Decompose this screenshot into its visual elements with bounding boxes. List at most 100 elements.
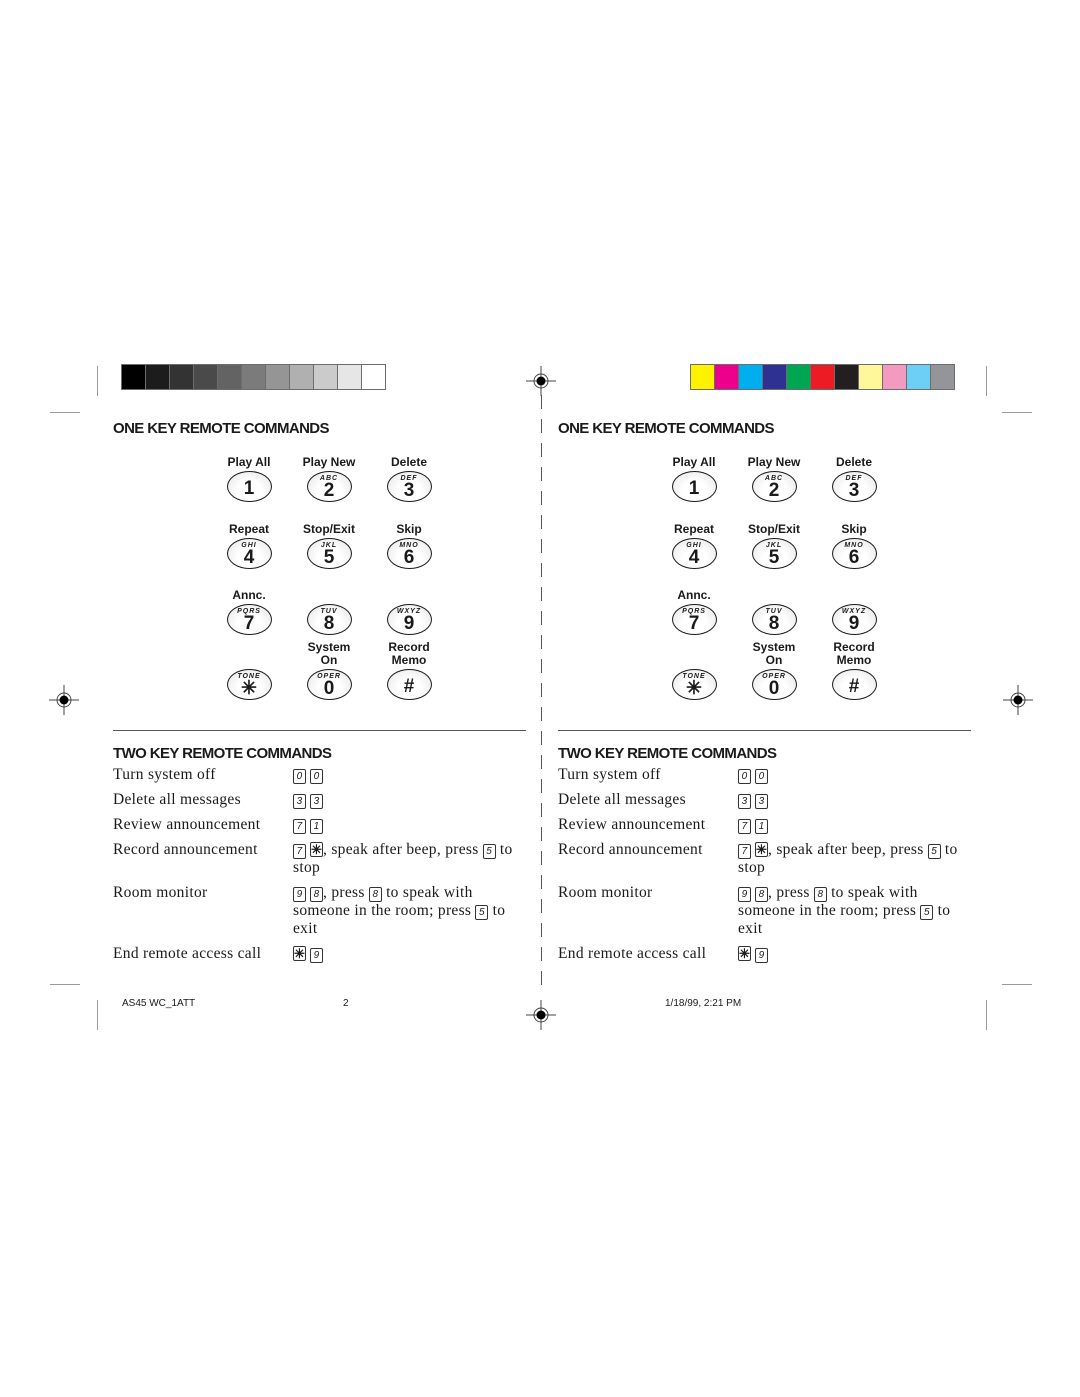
registration-target-icon bbox=[526, 1000, 556, 1030]
key-digit: 1 bbox=[243, 478, 255, 499]
key-box: 5 bbox=[475, 905, 489, 920]
key-function-label: Play All bbox=[227, 455, 271, 469]
phone-key-button: PQRS 7 bbox=[671, 604, 717, 635]
key-digit: # bbox=[848, 676, 860, 697]
crop-mark-bottom-left-horizontal bbox=[50, 984, 80, 985]
phone-key-button: TUV 8 bbox=[306, 604, 352, 635]
command-instruction-text: , press bbox=[323, 884, 369, 901]
key-box: 9 bbox=[755, 948, 768, 963]
key-digit: 8 bbox=[768, 613, 780, 634]
phone-key-button: ABC 2 bbox=[751, 471, 797, 502]
key-digit: 9 bbox=[848, 613, 860, 634]
registration-target-icon bbox=[1003, 685, 1033, 715]
command-row: Review announcement 7 1 bbox=[113, 816, 528, 834]
keypad-key-7: Annc. PQRS 7 bbox=[209, 589, 289, 635]
key-box: 3 bbox=[293, 794, 306, 809]
two-key-commands-title: TWO KEY REMOTE COMMANDS bbox=[558, 745, 777, 762]
star-key-icon: ✳ bbox=[293, 946, 306, 961]
key-function-label: Play All bbox=[672, 455, 716, 469]
key-box: 7 bbox=[293, 819, 306, 834]
keypad-key-pound: Record Memo # bbox=[814, 641, 894, 700]
phone-key-button: JKL 5 bbox=[306, 538, 352, 569]
keypad-key-9: WXYZ 9 bbox=[814, 589, 894, 635]
command-name: Review announcement bbox=[558, 816, 706, 833]
grayscale-swatch bbox=[146, 365, 169, 389]
section-divider bbox=[113, 730, 526, 731]
crop-mark-top-right-horizontal bbox=[1002, 412, 1032, 413]
key-digit: 9 bbox=[403, 613, 415, 634]
key-box: 8 bbox=[310, 887, 323, 902]
command-instruction-text: , speak after beep, press bbox=[323, 841, 483, 858]
command-row: Turn system off 0 0 bbox=[113, 766, 528, 784]
keypad-key-star: TONE ✳ bbox=[209, 654, 289, 700]
key-function-label: Play New bbox=[302, 455, 356, 469]
two-key-commands-section: TWO KEY REMOTE COMMANDS Turn system off 0 0… bbox=[558, 745, 973, 970]
key-box: 5 bbox=[927, 844, 941, 859]
command-name: Turn system off bbox=[558, 766, 661, 783]
key-digit: 6 bbox=[848, 547, 860, 568]
color-swatch bbox=[907, 365, 930, 389]
key-box: 9 bbox=[310, 948, 323, 963]
registration-target-icon bbox=[49, 685, 79, 715]
key-digit: # bbox=[403, 676, 415, 697]
crop-mark-bottom-right-vertical bbox=[986, 1000, 987, 1030]
key-function-label: Repeat bbox=[228, 522, 269, 536]
section-divider bbox=[558, 730, 971, 731]
phone-key-button: # bbox=[386, 669, 432, 700]
key-function-label: Delete bbox=[835, 455, 873, 469]
key-box: 1 bbox=[755, 819, 768, 834]
phone-key-button: PQRS 7 bbox=[226, 604, 272, 635]
one-key-commands-title: ONE KEY REMOTE COMMANDS bbox=[113, 420, 330, 437]
grayscale-swatch bbox=[218, 365, 241, 389]
star-key-icon: ✳ bbox=[755, 842, 768, 857]
two-key-commands-title: TWO KEY REMOTE COMMANDS bbox=[113, 745, 332, 762]
key-box: 0 bbox=[293, 769, 306, 784]
key-function-label: System On bbox=[752, 640, 796, 667]
key-box: 0 bbox=[738, 769, 751, 784]
command-row: End remote access call ✳ 9 bbox=[558, 945, 973, 963]
key-digit: 3 bbox=[403, 480, 415, 501]
key-box: 7 bbox=[293, 844, 306, 859]
keypad-key-8: TUV 8 bbox=[289, 589, 369, 635]
key-function-label: Annc. bbox=[677, 588, 711, 602]
keypad-key-1: Play All 1 bbox=[209, 456, 289, 502]
key-function-label bbox=[209, 654, 289, 667]
phone-key-button: DEF 3 bbox=[386, 471, 432, 502]
key-box: 9 bbox=[738, 887, 751, 902]
command-name: Room monitor bbox=[113, 884, 208, 901]
phone-key-button: OPER 0 bbox=[306, 669, 352, 700]
keypad-key-6: Skip MNO 6 bbox=[369, 523, 449, 569]
right-page-panel: ONE KEY REMOTE COMMANDS Play All 1 Play New… bbox=[558, 420, 973, 963]
key-digit: 4 bbox=[243, 547, 255, 568]
star-key-icon: ✳ bbox=[310, 842, 323, 857]
command-name: Turn system off bbox=[113, 766, 216, 783]
command-key-sequence: 98, press 8 to speak with someone in the… bbox=[293, 884, 528, 938]
grayscale-swatch bbox=[242, 365, 265, 389]
crop-mark-top-left-vertical bbox=[97, 366, 98, 396]
phone-key-button: GHI 4 bbox=[671, 538, 717, 569]
key-function-label: Play New bbox=[747, 455, 801, 469]
key-digit: 1 bbox=[688, 478, 700, 499]
keypad-key-star: TONE ✳ bbox=[654, 654, 734, 700]
command-instruction-text: , press bbox=[768, 884, 814, 901]
key-function-label: Record Memo bbox=[833, 640, 875, 667]
phone-key-button: MNO 6 bbox=[831, 538, 877, 569]
color-swatch bbox=[787, 365, 810, 389]
command-name: Delete all messages bbox=[113, 791, 241, 808]
key-digit: 4 bbox=[688, 547, 700, 568]
star-key-icon: ✳ bbox=[738, 946, 751, 961]
key-box: 8 bbox=[813, 887, 827, 902]
key-function-label: Skip bbox=[841, 522, 867, 536]
keypad-key-3: Delete DEF 3 bbox=[814, 456, 894, 502]
command-name: Record announcement bbox=[113, 841, 258, 858]
key-digit: 2 bbox=[323, 480, 335, 501]
color-swatch bbox=[691, 365, 714, 389]
command-key-sequence: 00 bbox=[293, 766, 528, 784]
command-row: Turn system off 0 0 bbox=[558, 766, 973, 784]
command-row: Review announcement 7 1 bbox=[558, 816, 973, 834]
key-function-label: Stop/Exit bbox=[747, 522, 800, 536]
crop-mark-bottom-left-vertical bbox=[97, 1000, 98, 1030]
key-box: 8 bbox=[755, 887, 768, 902]
grayscale-swatch bbox=[194, 365, 217, 389]
color-swatch bbox=[763, 365, 786, 389]
